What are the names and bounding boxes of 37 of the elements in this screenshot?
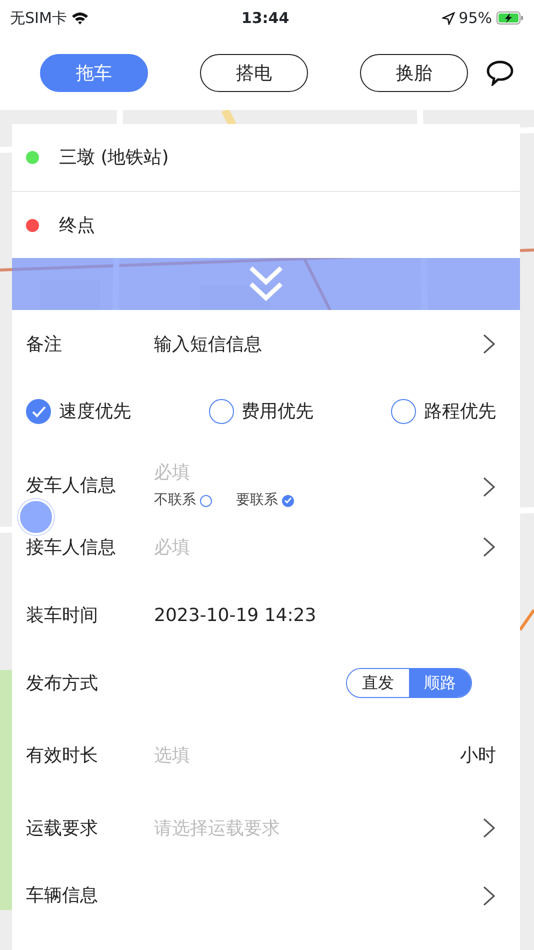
field-label: 运载要求	[26, 816, 99, 840]
input-field[interactable]: 请选择运载要求	[154, 814, 354, 842]
option-radio[interactable]: 费用优先	[208, 398, 314, 425]
check-icon	[32, 406, 46, 418]
location-text[interactable]: 终点	[59, 212, 95, 238]
clock-text: 13:44	[241, 8, 290, 27]
battery-text: 95%	[458, 8, 492, 29]
option-radio[interactable]: 路程优先	[391, 398, 496, 425]
contact-radio[interactable]: 要联系	[236, 490, 294, 511]
input-field[interactable]: 必填	[154, 459, 354, 486]
input-field[interactable]: 必填	[154, 534, 354, 560]
wifi-icon	[70, 11, 89, 25]
expand-bar[interactable]	[12, 258, 520, 310]
field-label: 备注	[26, 332, 63, 356]
option-radio[interactable]: 速度优先	[26, 398, 131, 425]
tab[interactable]: 拖车	[40, 54, 148, 92]
chat-bubble-icon[interactable]	[486, 60, 514, 86]
tab[interactable]: 搭电	[200, 54, 308, 92]
double-chevron-down-icon	[248, 265, 284, 303]
location-arrow-icon	[442, 12, 455, 24]
field-label: 车辆信息	[26, 884, 99, 908]
field-label: 发布方式	[26, 672, 99, 696]
battery-charging-icon	[496, 11, 524, 25]
field-label: 有效时长	[26, 744, 99, 768]
tab[interactable]: 换胎	[360, 54, 468, 92]
segment-button[interactable]: 顺路	[409, 669, 471, 697]
input-field[interactable]: 选填	[154, 742, 354, 769]
field-label: 接车人信息	[26, 536, 117, 560]
field-value[interactable]: 输入短信信息	[154, 330, 262, 358]
carrier-text: 无SIM卡	[10, 8, 67, 29]
location-text[interactable]: 三墩 (地铁站)	[59, 144, 169, 171]
contact-radio[interactable]: 不联系	[154, 490, 212, 511]
field-label: 装车时间	[26, 604, 99, 628]
check-icon	[284, 497, 292, 504]
field-value[interactable]: 2023-10-19 14:23	[154, 602, 316, 628]
field-label: 发车人信息	[26, 474, 117, 498]
unit-text: 小时	[460, 744, 496, 768]
